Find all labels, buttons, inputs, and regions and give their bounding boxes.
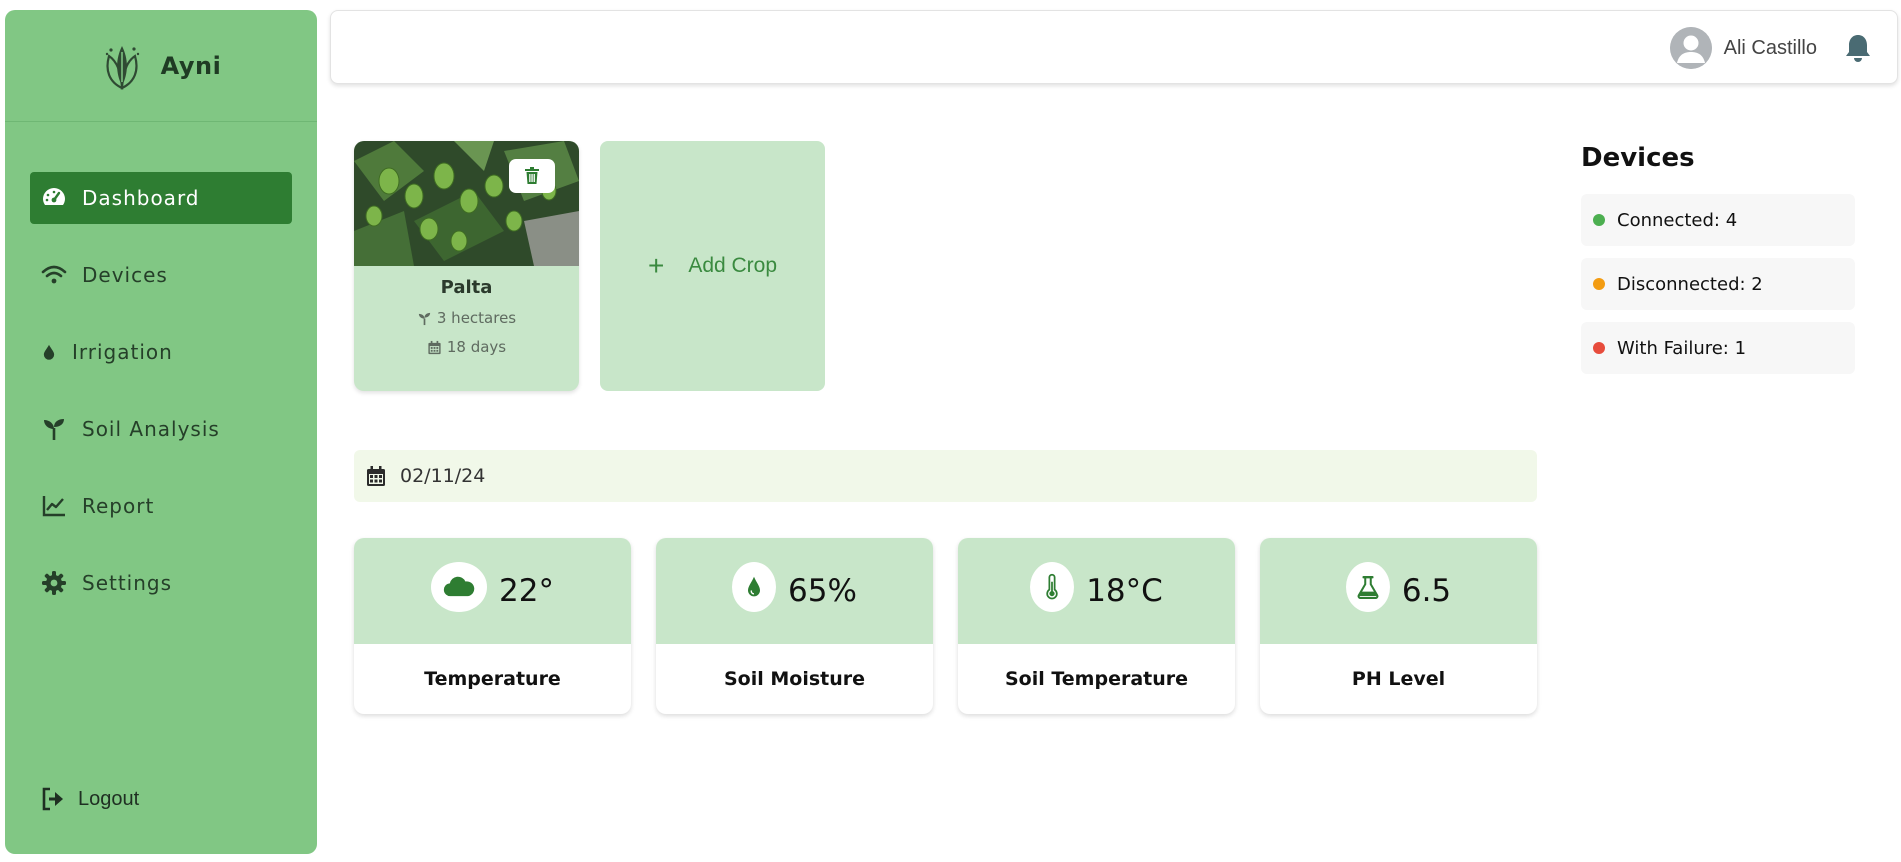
thermometer-icon <box>1030 562 1075 612</box>
date-value: 02/11/24 <box>400 465 486 487</box>
metric-value: 65% <box>788 573 857 609</box>
status-dot <box>1593 278 1605 290</box>
metric-card-soil-temperature: 18°C Soil Temperature <box>958 538 1235 714</box>
devices-title: Devices <box>1581 143 1695 173</box>
status-dot <box>1593 214 1605 226</box>
status-label: With Failure: 1 <box>1617 337 1747 359</box>
metric-card-temperature: 22° Temperature <box>354 538 631 714</box>
plus-icon: + <box>647 250 665 281</box>
device-status-failure[interactable]: With Failure: 1 <box>1581 322 1855 374</box>
brand[interactable]: Ayni <box>5 10 317 122</box>
crop-card[interactable]: Palta 3 hectares 18 days <box>354 141 579 391</box>
metric-top: 65% <box>656 538 933 644</box>
metric-value: 22° <box>499 573 554 609</box>
avatar <box>1669 27 1712 69</box>
seedling-icon <box>418 312 430 325</box>
metric-label: Soil Temperature <box>1004 668 1189 690</box>
sidebar-item-soil-analysis[interactable]: Soil Analysis <box>30 403 292 455</box>
add-crop-button[interactable]: + Add Crop <box>600 141 825 391</box>
gauge-icon <box>43 188 65 205</box>
leaf-logo-icon <box>105 45 139 90</box>
sidebar-item-label: Irrigation <box>72 340 173 364</box>
trash-icon <box>525 167 539 184</box>
crop-duration: 18 days <box>354 338 579 356</box>
sidebar-nav: Dashboard Devices Irrigation Soil Analys… <box>30 172 292 634</box>
metric-card-ph-level: 6.5 PH Level <box>1260 538 1537 714</box>
delete-crop-button[interactable] <box>509 159 555 193</box>
device-status-disconnected[interactable]: Disconnected: 2 <box>1581 258 1855 310</box>
metric-top: 6.5 <box>1260 538 1537 644</box>
sidebar-item-dashboard[interactable]: Dashboard <box>30 172 292 224</box>
crop-area-text: 3 hectares <box>436 309 517 327</box>
logout-icon <box>42 787 63 811</box>
sidebar-item-report[interactable]: Report <box>30 480 292 532</box>
chart-line-icon <box>42 496 65 517</box>
user-name: Ali Castillo <box>1723 36 1817 59</box>
logout-label: Logout <box>78 787 140 810</box>
calendar-icon <box>367 466 385 486</box>
gear-icon <box>42 571 66 595</box>
sidebar-item-label: Dashboard <box>82 186 200 210</box>
logout-button[interactable]: Logout <box>40 786 139 812</box>
metric-value: 6.5 <box>1401 573 1452 609</box>
droplet-icon <box>732 562 777 612</box>
wifi-icon <box>41 265 67 284</box>
metric-card-soil-moisture: 65% Soil Moisture <box>656 538 933 714</box>
status-label: Disconnected: 2 <box>1617 273 1763 295</box>
top-bar: Ali Castillo <box>330 10 1898 84</box>
crop-duration-text: 18 days <box>446 338 507 356</box>
brand-name: Ayni <box>160 51 222 80</box>
date-selector[interactable]: 02/11/24 <box>354 450 1537 502</box>
metric-label: PH Level <box>1351 668 1446 690</box>
sidebar-item-label: Soil Analysis <box>82 417 220 441</box>
cloud-icon <box>431 562 488 612</box>
sidebar-item-label: Settings <box>82 571 173 595</box>
user-menu[interactable]: Ali Castillo <box>1669 27 1817 69</box>
sidebar-item-label: Devices <box>82 263 168 287</box>
calendar-icon <box>428 340 441 354</box>
sidebar-item-irrigation[interactable]: Irrigation <box>30 326 292 378</box>
bell-icon[interactable] <box>1843 32 1873 64</box>
sidebar-item-devices[interactable]: Devices <box>30 249 292 301</box>
droplet-icon <box>43 344 55 360</box>
crop-area: 3 hectares <box>354 309 579 327</box>
add-crop-label: Add Crop <box>688 254 778 277</box>
status-dot <box>1593 342 1605 354</box>
metric-top: 22° <box>354 538 631 644</box>
sidebar: Ayni Dashboard Devices Irrigation Soil A… <box>5 10 317 854</box>
metric-top: 18°C <box>958 538 1235 644</box>
status-label: Connected: 4 <box>1617 209 1738 231</box>
metric-label: Soil Moisture <box>723 668 866 690</box>
user-avatar-icon <box>1669 27 1712 69</box>
sidebar-item-label: Report <box>82 494 155 518</box>
metric-value: 18°C <box>1086 573 1163 609</box>
device-status-connected[interactable]: Connected: 4 <box>1581 194 1855 246</box>
seedling-icon <box>44 419 64 440</box>
flask-icon <box>1345 562 1390 612</box>
sidebar-item-settings[interactable]: Settings <box>30 557 292 609</box>
metric-label: Temperature <box>424 668 561 690</box>
crop-name: Palta <box>440 277 493 298</box>
